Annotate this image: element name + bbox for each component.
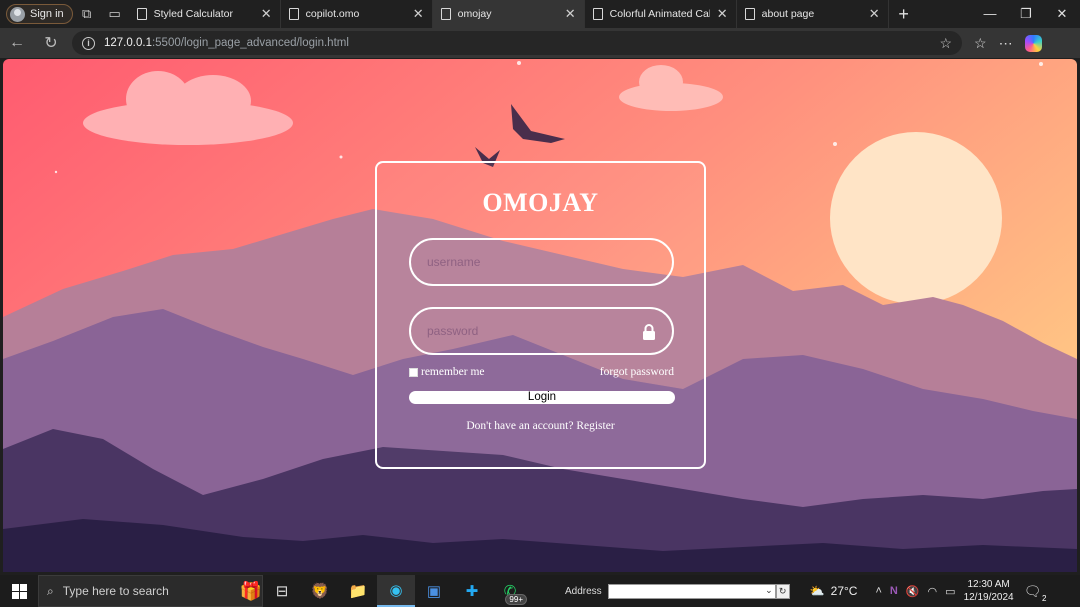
url-field[interactable]: i 127.0.0.1:5500/login_page_advanced/log… [72, 31, 962, 55]
remember-me-checkbox[interactable] [409, 367, 418, 377]
tab-title: copilot.omo [305, 8, 360, 20]
weather-widget[interactable]: ⛅ 27°C [810, 584, 858, 598]
search-placeholder: Type here to search [62, 584, 169, 598]
address-toolbar-label: Address [565, 585, 602, 597]
address-toolbar-input[interactable]: ⌄ [607, 583, 776, 599]
password-input[interactable] [411, 309, 672, 353]
wifi-icon[interactable]: ◠ [928, 585, 938, 598]
close-tab-icon[interactable]: ✕ [261, 6, 272, 22]
tab-omojay[interactable]: omojay ✕ [432, 0, 585, 28]
windows-logo-icon [11, 583, 27, 599]
favorite-star-icon[interactable]: ☆ [939, 35, 952, 52]
new-tab-button[interactable]: + [889, 4, 919, 25]
clock[interactable]: 12:30 AM 12/19/2024 [964, 578, 1014, 604]
tab-title: Styled Calculator [153, 8, 234, 20]
minimize-icon[interactable]: — [972, 6, 1008, 22]
url-host: 127.0.0.1 [104, 37, 152, 49]
remember-me-label: remember me [421, 366, 485, 378]
start-button[interactable] [0, 575, 38, 607]
tab-about-page[interactable]: about page ✕ [737, 0, 889, 28]
copilot-icon[interactable] [1024, 34, 1042, 52]
brand-title: OMOJAY [482, 188, 599, 217]
battery-icon[interactable]: ▭ [945, 585, 955, 598]
password-field-wrapper [409, 307, 674, 355]
register-link[interactable]: Don't have an account? Register [377, 420, 704, 432]
notification-count: 2 [1041, 593, 1047, 603]
site-info-icon[interactable]: i [82, 36, 95, 50]
page-viewport: OMOJAY remember me forgot password Login… [3, 59, 1077, 572]
back-icon[interactable]: ← [0, 34, 34, 52]
forgot-password-link[interactable]: forgot password [600, 366, 674, 378]
gifts-icon: 🎁 [239, 581, 262, 601]
username-input[interactable] [411, 240, 672, 284]
favorites-icon[interactable]: ☆ [974, 35, 987, 52]
address-go-icon[interactable]: ↻ [775, 583, 790, 599]
more-menu-icon[interactable]: ⋯ [999, 35, 1013, 52]
profile-avatar-icon [10, 6, 25, 22]
system-tray: ˄ N 🔇 ◠ ▭ [875, 585, 955, 598]
tab-actions-icon[interactable]: ▭ [101, 0, 129, 28]
sign-in-button[interactable]: Sign in [6, 4, 73, 24]
sun [830, 132, 1002, 304]
whatsapp-badge: 99+ [505, 594, 527, 605]
sign-in-label: Sign in [30, 8, 64, 20]
vscode-icon[interactable]: ✚ [453, 575, 491, 607]
tab-styled-calculator[interactable]: Styled Calculator ✕ [129, 0, 281, 28]
close-tab-icon[interactable]: ✕ [869, 6, 880, 22]
login-card: OMOJAY remember me forgot password Login… [375, 161, 706, 469]
toolbar-right: ☆ ⋯ [974, 34, 1042, 52]
app-icon[interactable]: ▣ [415, 575, 453, 607]
options-row: remember me forgot password [409, 366, 674, 378]
task-view-icon[interactable]: ⊟ [263, 575, 301, 607]
volume-muted-icon[interactable]: 🔇 [906, 585, 920, 598]
chevron-down-icon[interactable]: ⌄ [765, 585, 773, 596]
login-button[interactable]: Login [409, 391, 675, 404]
close-window-icon[interactable]: ✕ [1044, 6, 1080, 22]
remember-me-option[interactable]: remember me [409, 366, 485, 378]
close-tab-icon[interactable]: ✕ [565, 6, 576, 22]
refresh-icon[interactable]: ↻ [34, 33, 68, 53]
window-controls: — ❐ ✕ [972, 6, 1080, 22]
windows-taskbar: ⌕ Type here to search 🎁 ⊟ 🦁 📁 ◉ ▣ ✚ ✆ 99… [0, 575, 1080, 607]
close-tab-icon[interactable]: ✕ [717, 6, 728, 22]
username-field-wrapper [409, 238, 674, 286]
workspaces-icon[interactable]: ⧉ [73, 0, 101, 28]
page-icon [288, 8, 299, 20]
restore-icon[interactable]: ❐ [1008, 6, 1044, 22]
clock-date: 12/19/2024 [963, 592, 1014, 603]
edge-browser-icon[interactable]: ◉ [377, 575, 415, 607]
notification-center-icon[interactable]: 🗨 2 [1024, 583, 1047, 603]
clock-time: 12:30 AM [967, 579, 1010, 590]
chevron-up-icon[interactable]: ˄ [875, 585, 881, 597]
tab-title: Colorful Animated Calcul [609, 8, 710, 20]
temperature: 27°C [830, 584, 858, 598]
whatsapp-icon[interactable]: ✆ 99+ [491, 575, 529, 607]
tab-colorful-calculator[interactable]: Colorful Animated Calcul ✕ [585, 0, 737, 28]
search-icon: ⌕ [47, 583, 54, 598]
page-icon [744, 8, 755, 20]
tab-title: omojay [457, 8, 492, 20]
file-explorer-icon[interactable]: 📁 [339, 575, 377, 607]
tab-strip: Sign in ⧉ ▭ Styled Calculator ✕ copilot.… [0, 0, 1080, 28]
page-icon [440, 8, 451, 20]
tab-title: about page [761, 8, 815, 20]
onenote-icon[interactable]: N [890, 585, 898, 597]
brave-browser-icon[interactable]: 🦁 [301, 575, 339, 607]
weather-cloud-icon: ⛅ [809, 584, 825, 598]
lock-icon [643, 324, 655, 340]
close-tab-icon[interactable]: ✕ [413, 6, 424, 22]
address-bar: ← ↻ i 127.0.0.1:5500/login_page_advanced… [0, 28, 1080, 58]
taskbar-search[interactable]: ⌕ Type here to search 🎁 [38, 575, 263, 607]
tab-copilot-omo[interactable]: copilot.omo ✕ [281, 0, 433, 28]
url-path: :5500/login_page_advanced/login.html [151, 37, 349, 49]
page-icon [592, 8, 603, 20]
page-icon [136, 8, 147, 20]
